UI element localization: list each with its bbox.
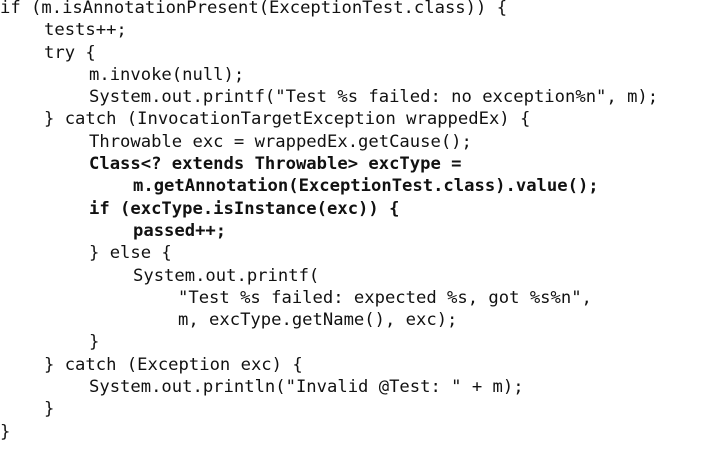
code-line-9: m.getAnnotation(ExceptionTest.class).val…: [133, 176, 599, 197]
code-line-8: Class<? extends Throwable> excType =: [89, 154, 462, 175]
code-line-12: } else {: [89, 243, 172, 264]
code-line-4: m.invoke(null);: [89, 64, 245, 85]
code-line-3: try {: [44, 42, 96, 63]
code-line-13: System.out.printf(: [133, 265, 320, 286]
code-line-5: System.out.printf("Test %s failed: no ex…: [89, 87, 659, 108]
code-line-11: passed++;: [133, 220, 227, 241]
code-listing: if (m.isAnnotationPresent(ExceptionTest.…: [0, 0, 705, 454]
code-line-16: }: [89, 332, 100, 353]
code-line-19: }: [44, 399, 55, 420]
code-line-2: tests++;: [44, 20, 127, 41]
code-line-10: if (excType.isInstance(exc)) {: [89, 198, 400, 219]
code-line-18: System.out.println("Invalid @Test: " + m…: [89, 377, 524, 398]
code-line-20: }: [0, 421, 11, 442]
code-line-7: Throwable exc = wrappedEx.getCause();: [89, 131, 472, 152]
code-line-15: m, excType.getName(), exc);: [178, 310, 458, 331]
code-line-6: } catch (InvocationTargetException wrapp…: [44, 109, 531, 130]
code-line-1: if (m.isAnnotationPresent(ExceptionTest.…: [0, 0, 508, 18]
code-line-17: } catch (Exception exc) {: [44, 354, 303, 375]
code-line-14: "Test %s failed: expected %s, got %s%n",: [178, 287, 592, 308]
